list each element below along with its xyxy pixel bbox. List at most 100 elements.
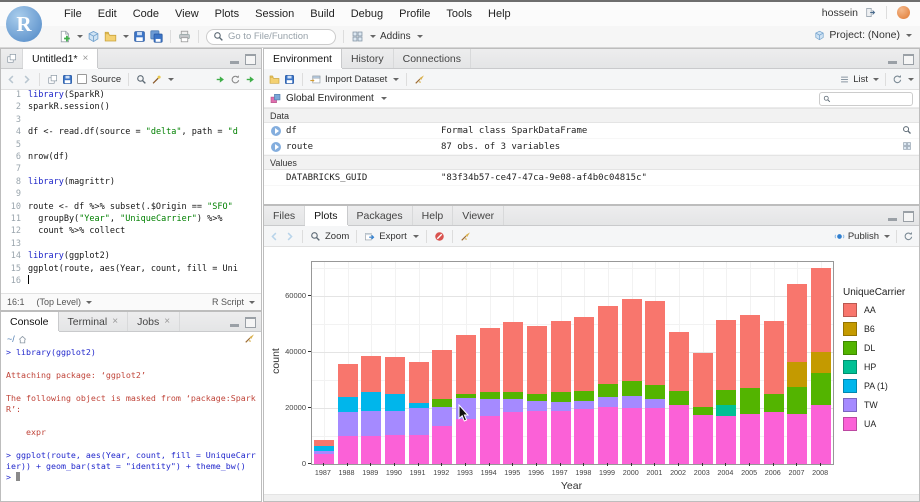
tab-environment[interactable]: Environment <box>264 49 342 68</box>
save-icon[interactable] <box>133 30 146 43</box>
goto-file-function-input[interactable]: Go to File/Function <box>206 28 336 45</box>
maximize-pane-icon[interactable] <box>245 54 256 65</box>
code-tools-icon[interactable] <box>151 74 162 85</box>
list-view-caret-icon[interactable] <box>873 77 879 81</box>
menu-plots[interactable]: Plots <box>207 6 247 22</box>
environment-search-input[interactable] <box>819 92 913 106</box>
tab-terminal[interactable]: Terminal × <box>59 312 129 331</box>
export-plot-icon[interactable] <box>364 231 375 242</box>
minimize-pane-icon[interactable] <box>230 323 239 327</box>
print-icon[interactable] <box>178 30 191 43</box>
minimize-pane-icon[interactable] <box>230 60 239 64</box>
find-replace-icon[interactable] <box>136 74 147 85</box>
addins-button[interactable]: Addins <box>380 31 411 42</box>
tab-packages[interactable]: Packages <box>348 206 413 225</box>
working-directory[interactable]: ~/ <box>7 334 15 344</box>
tab-plots[interactable]: Plots <box>305 206 348 225</box>
maximize-pane-icon[interactable] <box>903 54 914 65</box>
view-object-icon[interactable] <box>902 125 912 137</box>
menu-edit[interactable]: Edit <box>90 6 125 22</box>
sign-out-icon[interactable] <box>865 7 876 18</box>
new-file-icon[interactable] <box>58 30 71 43</box>
close-tab-icon[interactable]: × <box>83 53 89 64</box>
clear-objects-icon[interactable] <box>414 74 425 85</box>
environment-scope-caret-icon[interactable] <box>380 97 387 100</box>
run-icon[interactable] <box>215 74 226 85</box>
tab-connections[interactable]: Connections <box>394 49 471 68</box>
scope-selector[interactable]: (Top Level) <box>37 297 93 307</box>
open-recent-caret-icon[interactable] <box>123 35 129 38</box>
minimize-pane-icon[interactable] <box>888 217 897 221</box>
save-all-icon[interactable] <box>150 30 163 43</box>
refresh-caret-icon[interactable] <box>908 77 914 81</box>
maximize-pane-icon[interactable] <box>903 211 914 222</box>
close-tab-icon[interactable]: × <box>164 316 170 327</box>
maximize-pane-icon[interactable] <box>245 317 256 328</box>
env-row[interactable]: DATABRICKS_GUID "83f34b57-ce47-47ca-9e08-… <box>264 170 919 186</box>
zoom-button[interactable]: Zoom <box>325 231 349 242</box>
source-pane-icon[interactable] <box>1 49 23 68</box>
code-editor[interactable]: 1 library(SparkR) 2 sparkR.session() 3 4 df <-… <box>1 89 261 294</box>
console-output[interactable]: > library(ggplot2) Attaching package: ‘g… <box>1 347 261 501</box>
env-row[interactable]: route 87 obs. of 3 variables <box>264 139 919 155</box>
view-table-icon[interactable] <box>902 141 912 153</box>
menu-file[interactable]: File <box>56 6 90 22</box>
tab-viewer[interactable]: Viewer <box>453 206 505 225</box>
back-icon[interactable] <box>6 74 17 85</box>
refresh-icon[interactable] <box>892 74 903 85</box>
addins-caret-icon[interactable] <box>416 35 423 38</box>
clear-console-button[interactable] <box>244 333 255 346</box>
expand-object-icon[interactable] <box>271 125 281 136</box>
remove-plot-icon[interactable] <box>434 231 445 242</box>
session-indicator-icon[interactable] <box>897 6 910 19</box>
clear-all-plots-icon[interactable] <box>460 231 471 242</box>
project-selector[interactable]: Project: (None) <box>814 29 912 41</box>
environment-scope-selector[interactable]: Global Environment <box>286 93 374 104</box>
publish-caret-icon[interactable] <box>884 234 890 238</box>
menu-session[interactable]: Session <box>247 6 302 22</box>
close-tab-icon[interactable]: × <box>112 316 118 327</box>
save-workspace-icon[interactable] <box>284 74 295 85</box>
menu-tools[interactable]: Tools <box>438 6 480 22</box>
list-view-icon[interactable] <box>839 74 850 85</box>
pane-layout-icon[interactable] <box>351 30 364 43</box>
zoom-plot-icon[interactable] <box>310 231 321 242</box>
import-dataset-caret-icon[interactable] <box>393 77 400 81</box>
menu-profile[interactable]: Profile <box>391 6 438 22</box>
list-view-label[interactable]: List <box>853 74 868 85</box>
previous-plot-icon[interactable] <box>269 231 280 242</box>
menu-help[interactable]: Help <box>480 6 519 22</box>
menu-view[interactable]: View <box>167 6 207 22</box>
export-caret-icon[interactable] <box>412 234 419 238</box>
rerun-icon[interactable] <box>230 74 241 85</box>
forward-icon[interactable] <box>21 74 32 85</box>
import-dataset-button[interactable]: Import Dataset <box>325 74 387 85</box>
publish-icon[interactable] <box>834 231 845 242</box>
load-workspace-icon[interactable] <box>269 74 280 85</box>
tab-help[interactable]: Help <box>413 206 454 225</box>
menu-debug[interactable]: Debug <box>343 6 391 22</box>
minimize-pane-icon[interactable] <box>888 60 897 64</box>
expand-object-icon[interactable] <box>271 141 281 152</box>
refresh-plot-icon[interactable] <box>903 231 914 242</box>
code-tools-caret-icon[interactable] <box>168 77 175 81</box>
next-plot-icon[interactable] <box>284 231 295 242</box>
new-project-icon[interactable] <box>87 30 100 43</box>
tab-jobs[interactable]: Jobs × <box>128 312 181 331</box>
source-script-icon[interactable] <box>245 74 256 85</box>
popout-icon[interactable] <box>47 74 58 85</box>
env-row[interactable]: df Formal class SparkDataFrame <box>264 123 919 139</box>
save-icon[interactable] <box>62 74 73 85</box>
publish-button[interactable]: Publish <box>848 231 879 242</box>
tab-files[interactable]: Files <box>264 206 306 225</box>
menu-build[interactable]: Build <box>302 6 342 22</box>
file-type-selector[interactable]: R Script <box>212 297 255 307</box>
tab-console[interactable]: Console <box>1 312 59 331</box>
open-file-icon[interactable] <box>104 30 117 43</box>
tab-untitled1[interactable]: Untitled1* × <box>23 49 99 68</box>
source-on-save-checkbox[interactable] <box>77 74 87 84</box>
tab-history[interactable]: History <box>342 49 394 68</box>
pane-layout-caret-icon[interactable] <box>370 35 376 38</box>
export-button[interactable]: Export <box>379 231 406 242</box>
new-file-caret-icon[interactable] <box>77 35 83 38</box>
